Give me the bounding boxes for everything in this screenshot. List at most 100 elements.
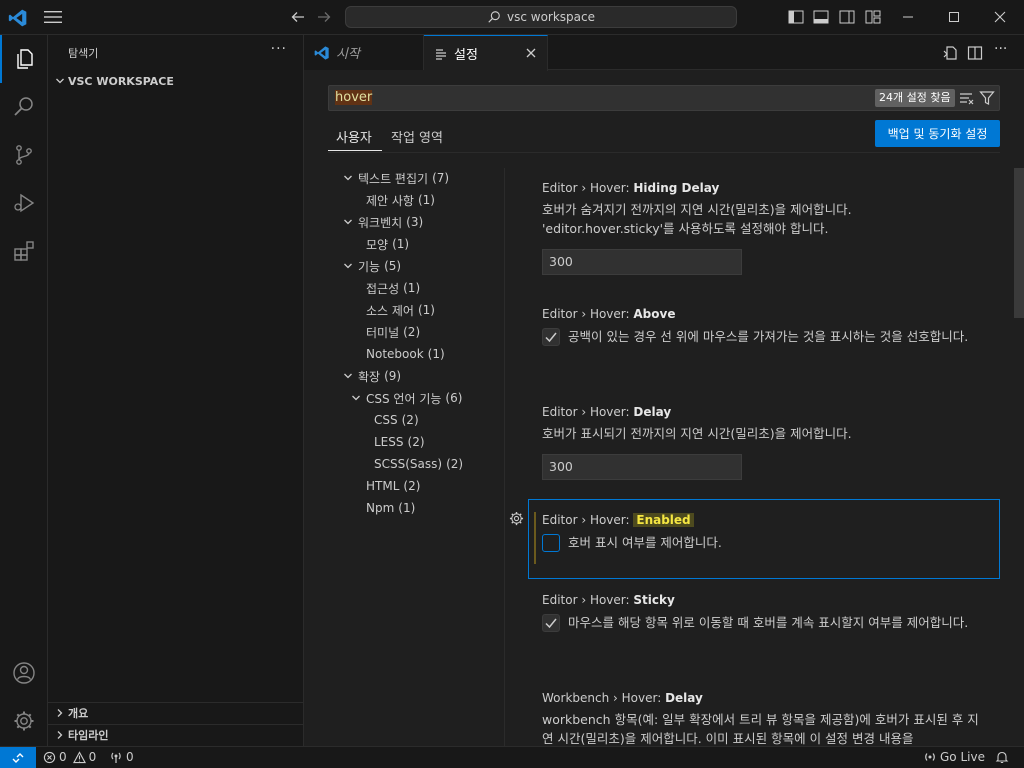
toc-item[interactable]: SCSS(Sass) (2)	[374, 453, 463, 475]
toc-count: (2)	[407, 435, 425, 449]
setting-category: Editor › Hover:	[542, 307, 634, 321]
forward-arrow-icon[interactable]	[316, 9, 332, 25]
open-settings-json-icon[interactable]	[942, 45, 958, 61]
sticky-checkbox[interactable]	[542, 614, 560, 632]
customize-layout-icon[interactable]	[865, 10, 881, 24]
vscode-logo-icon[interactable]	[8, 8, 28, 28]
tab-welcome[interactable]: 시작	[304, 35, 424, 70]
toc-item[interactable]: Notebook (1)	[366, 343, 445, 365]
toc-item[interactable]: LESS (2)	[374, 431, 425, 453]
toc-item[interactable]: 접근성 (1)	[366, 277, 420, 299]
setting-category: Workbench › Hover:	[542, 691, 666, 705]
chevron-down-icon	[340, 217, 356, 227]
warning-count: 0	[88, 750, 97, 764]
accounts-button[interactable]	[0, 649, 48, 697]
menu-icon[interactable]	[44, 10, 62, 24]
toc-item[interactable]: 터미널 (2)	[366, 321, 420, 343]
toc-item[interactable]: Npm (1)	[366, 497, 415, 519]
toggle-panel-icon[interactable]	[813, 10, 829, 24]
setting-description: 호버 표시 여부를 제어합니다.	[568, 535, 722, 550]
source-control-button[interactable]	[0, 131, 48, 179]
enabled-checkbox[interactable]	[542, 534, 560, 552]
toc-label: 모양	[366, 237, 389, 252]
setting-delay: Editor › Hover: Delay 호버가 표시되기 전까지의 지연 시…	[542, 403, 987, 480]
tab-settings[interactable]: 설정	[424, 35, 548, 71]
toc-item[interactable]: 확장 (9)	[340, 365, 401, 387]
toc-label: 터미널	[366, 325, 400, 340]
setting-above: Editor › Hover: Above 공백이 있는 경우 선 위에 마우스…	[542, 305, 987, 346]
settings-file-icon	[436, 48, 446, 60]
timeline-section[interactable]: 타임라인	[48, 724, 303, 746]
toc-label: Notebook	[366, 347, 424, 361]
toc-item[interactable]: HTML (2)	[366, 475, 420, 497]
toc-item[interactable]: 워크벤치 (3)	[340, 211, 423, 233]
toc-count: (3)	[406, 215, 424, 229]
toc-item[interactable]: 모양 (1)	[366, 233, 409, 255]
setting-name: Delay	[665, 691, 703, 705]
search-value: hover	[335, 90, 373, 105]
setting-category: Editor › Hover:	[542, 405, 634, 419]
editor-tabs: 시작 설정 ···	[304, 35, 1024, 71]
toc-item[interactable]: CSS (2)	[374, 409, 419, 431]
maximize-icon[interactable]	[947, 10, 961, 24]
toc-label: CSS	[374, 413, 398, 427]
more-actions-button[interactable]: ···	[994, 41, 1010, 57]
toc-label: LESS	[374, 435, 404, 449]
command-center[interactable]: vsc workspace	[345, 6, 737, 28]
setting-sticky: Editor › Hover: Sticky 마우스를 해당 항목 위로 이동할…	[542, 591, 987, 632]
minimize-icon[interactable]	[901, 10, 915, 24]
toc-item[interactable]: 텍스트 편집기 (7)	[340, 167, 449, 189]
hiding-delay-input[interactable]: 300	[542, 249, 742, 275]
error-count: 0	[59, 750, 67, 764]
outline-section[interactable]: 개요	[48, 702, 303, 724]
go-live-button[interactable]: Go Live	[923, 750, 985, 764]
close-window-icon[interactable]	[993, 10, 1007, 24]
setting-description: 호버가 숨겨지기 전까지의 지연 시간(밀리초)을 제어합니다. 'editor…	[542, 202, 852, 236]
filter-icon[interactable]	[979, 90, 995, 106]
setting-description: workbench 항목(예: 일부 확장에서 트리 뷰 항목을 제공함)에 호…	[542, 712, 979, 746]
problems-button[interactable]: 0 0	[43, 750, 96, 764]
search-icon	[14, 97, 33, 116]
more-actions-button[interactable]: ···	[271, 41, 287, 57]
toggle-secondary-sidebar-icon[interactable]	[839, 10, 855, 24]
run-debug-button[interactable]	[0, 179, 48, 227]
tab-workspace[interactable]: 작업 영역	[391, 127, 443, 146]
close-icon[interactable]	[523, 45, 539, 61]
activity-bar	[0, 35, 48, 746]
split-editor-icon[interactable]	[967, 45, 983, 61]
manage-button[interactable]	[0, 697, 48, 745]
ports-count: 0	[126, 750, 134, 764]
notifications-button[interactable]	[995, 750, 1009, 764]
warning-icon	[72, 750, 86, 763]
error-icon	[43, 751, 56, 763]
remote-button[interactable]	[0, 747, 36, 768]
toc-item[interactable]: 제안 사항 (1)	[366, 189, 435, 211]
explorer-button[interactable]	[0, 35, 48, 83]
clear-filter-icon[interactable]	[959, 90, 975, 106]
scrollbar[interactable]	[1014, 168, 1024, 318]
settings-search-input[interactable]: hover 24개 설정 찾음	[328, 85, 1000, 111]
setting-description: 공백이 있는 경우 선 위에 마우스를 가져가는 것을 표시하는 것을 선호합니…	[568, 329, 969, 344]
toc-item[interactable]: 기능 (5)	[340, 255, 401, 277]
toc-label: CSS 언어 기능	[366, 391, 442, 406]
toc-count: (6)	[445, 391, 463, 405]
tab-label: 설정	[454, 48, 478, 63]
toc-count: (1)	[417, 303, 435, 317]
toc-item[interactable]: 소스 제어 (1)	[366, 299, 435, 321]
search-button[interactable]	[0, 83, 48, 131]
setting-description: 호버가 표시되기 전까지의 지연 시간(밀리초)을 제어합니다.	[542, 426, 852, 441]
gear-icon[interactable]	[509, 511, 524, 526]
backup-sync-button[interactable]: 백업 및 동기화 설정	[875, 120, 1000, 147]
back-arrow-icon[interactable]	[290, 9, 306, 25]
tab-user[interactable]: 사용자	[336, 127, 372, 146]
setting-workbench-delay: Workbench › Hover: Delay workbench 항목(예:…	[542, 689, 987, 746]
delay-input[interactable]: 300	[542, 454, 742, 480]
extensions-button[interactable]	[0, 227, 48, 275]
toggle-primary-sidebar-icon[interactable]	[788, 10, 804, 24]
toc-item[interactable]: CSS 언어 기능 (6)	[348, 387, 462, 409]
toc-count: (1)	[398, 501, 416, 515]
workspace-section[interactable]: VSC WORKSPACE	[48, 70, 303, 92]
above-checkbox[interactable]	[542, 328, 560, 346]
ports-button[interactable]: 0	[109, 750, 134, 764]
modified-indicator	[534, 512, 536, 564]
